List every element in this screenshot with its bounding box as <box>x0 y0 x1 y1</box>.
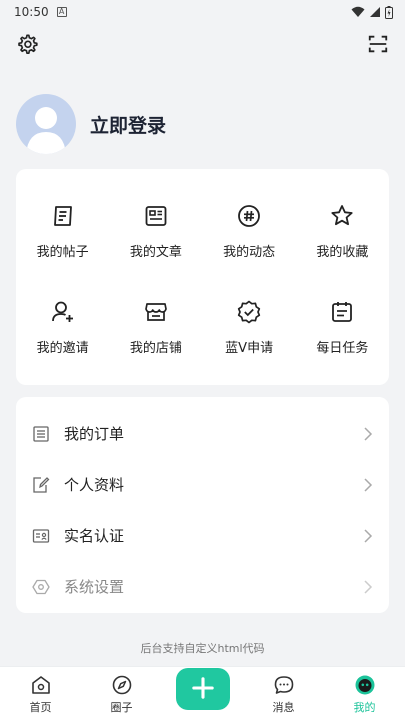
list-item-orders[interactable]: 我的订单 <box>32 408 373 459</box>
star-icon <box>331 205 353 226</box>
chat-bubble-icon <box>274 676 293 694</box>
footer-note: 后台支持自定义html代码 <box>140 642 265 655</box>
grid-item-my-shop[interactable]: 我的店铺 <box>109 285 202 381</box>
invite-user-icon <box>51 301 73 322</box>
feature-grid-row: 我的帖子 我的文章 我的动态 我的收藏 <box>16 189 389 285</box>
signal-icon <box>370 7 380 17</box>
tab-messages[interactable]: 消息 <box>254 674 314 715</box>
notification-icon: A <box>56 7 67 17</box>
grid-item-daily-tasks[interactable]: 每日任务 <box>296 285 389 381</box>
grid-label: 我的文章 <box>129 245 182 260</box>
list-item-label: 实名认证 <box>64 527 125 545</box>
home-icon <box>31 676 50 694</box>
hashtag-icon <box>238 205 261 227</box>
order-list-icon <box>33 425 49 442</box>
tab-circle[interactable]: 圈子 <box>92 674 152 715</box>
calendar-icon <box>332 302 353 322</box>
grid-label: 蓝V申请 <box>225 341 274 356</box>
tab-publish[interactable] <box>173 668 233 715</box>
verified-badge-icon <box>237 300 261 324</box>
list-item-label: 我的订单 <box>64 425 125 443</box>
list-item-profile[interactable]: 个人资料 <box>32 459 373 510</box>
grid-item-my-updates[interactable]: 我的动态 <box>203 189 296 285</box>
feature-grid-card: 我的帖子 我的文章 我的动态 我的收藏 我的邀请 我的店铺 蓝V申请 每日任务 <box>16 169 389 385</box>
article-icon <box>145 206 167 226</box>
grid-item-my-invites[interactable]: 我的邀请 <box>16 285 109 381</box>
id-card-icon <box>32 528 50 543</box>
settings-gear-icon[interactable] <box>16 33 38 55</box>
default-avatar-icon <box>26 107 66 154</box>
chevron-right-icon <box>364 528 373 543</box>
wifi-icon <box>351 6 365 17</box>
avatar[interactable] <box>16 94 76 154</box>
grid-label: 每日任务 <box>316 341 369 356</box>
list-item-real-name-auth[interactable]: 实名认证 <box>32 510 373 561</box>
bottom-tab-bar: 首页 圈子 消息 我的 <box>0 666 405 720</box>
tab-label: 圈子 <box>110 701 133 714</box>
grid-label: 我的店铺 <box>129 341 182 356</box>
tab-label: 我的 <box>353 701 376 714</box>
status-time: 10:50 <box>14 5 49 19</box>
publish-button[interactable] <box>175 668 230 710</box>
grid-item-my-favorites[interactable]: 我的收藏 <box>296 189 389 285</box>
grid-label: 我的收藏 <box>316 245 369 260</box>
chevron-right-icon <box>364 579 373 594</box>
chevron-right-icon <box>364 477 373 492</box>
posts-icon <box>53 206 72 226</box>
grid-label: 我的动态 <box>223 245 276 260</box>
smiley-face-icon <box>355 675 374 695</box>
chevron-right-icon <box>364 426 373 441</box>
list-item-label: 系统设置 <box>64 578 125 596</box>
profile-header[interactable]: 立即登录 <box>16 94 166 154</box>
battery-icon <box>385 5 393 19</box>
login-link[interactable]: 立即登录 <box>90 111 166 138</box>
shop-icon <box>145 303 167 321</box>
plus-icon <box>191 676 214 699</box>
grid-item-blue-v[interactable]: 蓝V申请 <box>203 285 296 381</box>
compass-icon <box>112 675 131 695</box>
list-item-label: 个人资料 <box>64 476 125 494</box>
grid-item-my-posts[interactable]: 我的帖子 <box>16 189 109 285</box>
top-bar <box>0 30 405 58</box>
scan-icon[interactable] <box>367 33 389 55</box>
grid-item-my-articles[interactable]: 我的文章 <box>109 189 202 285</box>
tab-label: 首页 <box>29 701 52 714</box>
menu-list-card: 我的订单 个人资料 实名认证 系统设置 <box>16 397 389 613</box>
tab-label: 消息 <box>272 701 295 714</box>
tab-mine[interactable]: 我的 <box>335 674 395 715</box>
feature-grid-row: 我的邀请 我的店铺 蓝V申请 每日任务 <box>16 285 389 381</box>
grid-label: 我的邀请 <box>36 341 89 356</box>
tab-home[interactable]: 首页 <box>11 674 71 715</box>
list-item-system-settings[interactable]: 系统设置 <box>32 561 373 612</box>
status-bar: 10:50 A <box>0 0 405 24</box>
edit-document-icon <box>33 476 50 493</box>
hexagon-settings-icon <box>32 579 50 594</box>
grid-label: 我的帖子 <box>36 245 89 260</box>
